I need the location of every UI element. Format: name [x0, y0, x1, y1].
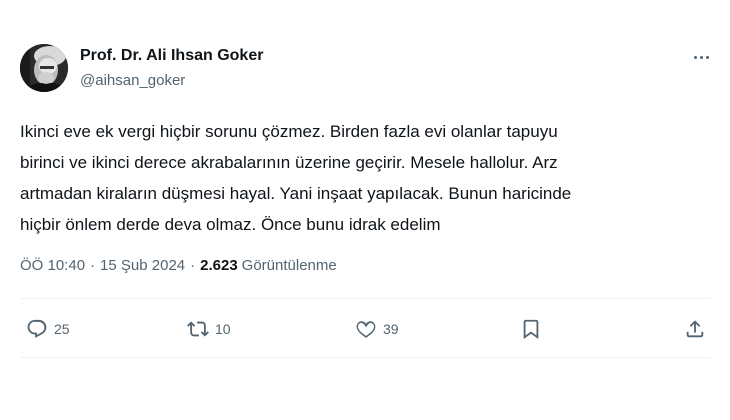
profile-photo-icon — [20, 44, 68, 92]
tweet-date[interactable]: 15 Şub 2024 — [100, 257, 185, 274]
reply-count: 25 — [54, 321, 70, 337]
reply-icon — [27, 319, 47, 338]
tweet-meta: ÖÖ 10:40 · 15 Şub 2024 · 2.623 Görüntüle… — [20, 257, 337, 274]
bookmark-button[interactable] — [520, 313, 542, 345]
divider — [20, 357, 710, 358]
views-count: 2.623 — [200, 257, 238, 274]
tweet-text-line: Ikinci eve ek vergi hiçbir sorunu çözmez… — [20, 122, 558, 141]
like-button[interactable]: 39 — [355, 313, 399, 345]
tweet-text-line: birinci ve ikinci derece akrabalarının ü… — [20, 153, 558, 172]
divider — [20, 298, 710, 299]
action-bar: 25 10 39 — [20, 313, 710, 345]
retweet-count: 10 — [215, 321, 231, 337]
tweet-time[interactable]: ÖÖ 10:40 — [20, 257, 85, 274]
tweet-text-line: artmadan kiraların düşmesi hayal. Yani i… — [20, 184, 572, 203]
share-icon — [686, 320, 704, 338]
more-options-icon[interactable] — [690, 50, 712, 64]
meta-separator: · — [90, 257, 96, 274]
retweet-icon — [187, 321, 209, 337]
meta-separator: · — [190, 257, 196, 274]
like-count: 39 — [383, 321, 399, 337]
author-display-name[interactable]: Prof. Dr. Ali Ihsan Goker — [80, 47, 263, 65]
tweet-text-line: hiçbir önlem derde deva olmaz. Önce bunu… — [20, 215, 441, 234]
share-button[interactable] — [684, 313, 706, 345]
author-handle[interactable]: @aihsan_goker — [80, 72, 185, 89]
views-label: Görüntülenme — [241, 257, 337, 274]
heart-icon — [356, 321, 376, 338]
avatar[interactable] — [20, 44, 68, 92]
tweet-text: Ikinci eve ek vergi hiçbir sorunu çözmez… — [20, 116, 710, 240]
tweet-card: Prof. Dr. Ali Ihsan Goker @aihsan_goker … — [0, 0, 730, 420]
retweet-button[interactable]: 10 — [187, 313, 231, 345]
bookmark-icon — [523, 319, 539, 340]
reply-button[interactable]: 25 — [26, 313, 70, 345]
